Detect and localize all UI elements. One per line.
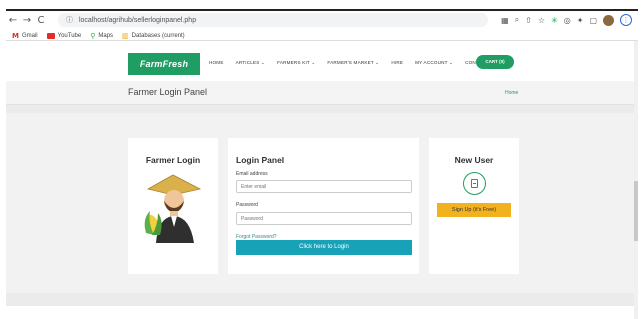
address-bar[interactable]: ⓘ localhost/agrihub/sellerloginpanel.php	[58, 13, 488, 27]
nav-my-account[interactable]: My Account ⌄	[415, 60, 453, 66]
nav-farmers-market[interactable]: Farmer's Market ⌄	[327, 60, 379, 66]
site-info-icon[interactable]: ⓘ	[66, 16, 73, 24]
nav-home[interactable]: Home	[209, 60, 224, 66]
scrollbar-thumb[interactable]	[634, 181, 638, 241]
maps-icon: ⚲	[90, 31, 96, 40]
nav-farmers-kit[interactable]: Farmers Kit ⌄	[277, 60, 315, 66]
email-field[interactable]	[236, 180, 412, 193]
translate-icon[interactable]: ▦	[501, 16, 509, 25]
password-field[interactable]	[236, 212, 412, 225]
url-text: localhost/agrihub/sellerloginpanel.php	[78, 17, 197, 24]
bookmark-maps[interactable]: ⚲ Maps	[90, 32, 113, 40]
document-icon	[463, 172, 486, 195]
nav-articles[interactable]: Articles ⌄	[236, 60, 266, 66]
bookmark-gmail[interactable]: M Gmail	[12, 32, 38, 40]
back-icon[interactable]: ←	[6, 15, 20, 26]
main-content: Farmer Login Login Panel Email address P…	[6, 113, 634, 293]
extension-icon[interactable]: ✳	[551, 16, 558, 25]
reload-icon[interactable]: C	[34, 15, 48, 26]
bookmark-databases[interactable]: ▥ Databases (current)	[122, 32, 185, 40]
browser-chrome: ← → C ⓘ localhost/agrihub/sellerloginpan…	[6, 9, 638, 40]
bookmark-youtube[interactable]: YouTube	[46, 32, 81, 39]
new-user-title: New User	[454, 155, 494, 165]
corn-icon	[144, 211, 162, 236]
cart-button[interactable]: CART (0)	[476, 55, 514, 69]
new-user-card: New User Sign Up (it's Free)	[429, 138, 519, 274]
forward-icon[interactable]: →	[20, 15, 34, 26]
nav-hire[interactable]: Hire	[391, 60, 403, 66]
page-title: Farmer Login Panel	[128, 87, 208, 97]
bookmark-star-icon[interactable]: ☆	[538, 16, 545, 25]
web-page: FarmFresh Home Articles ⌄ Farmers Kit ⌄ …	[6, 40, 638, 319]
main-nav: Home Articles ⌄ Farmers Kit ⌄ Farmer's M…	[209, 60, 488, 66]
zoom-icon[interactable]: ⌕	[515, 15, 519, 25]
login-panel-title: Login Panel	[236, 155, 285, 165]
share-icon[interactable]: ⇧	[525, 16, 532, 25]
browser-toolbar: ← → C ⓘ localhost/agrihub/sellerloginpan…	[6, 13, 638, 28]
page-titlebar: Farmer Login Panel Home	[6, 81, 634, 105]
profile-avatar[interactable]	[603, 14, 614, 26]
email-label: Email address	[236, 171, 268, 177]
farmer-login-card: Farmer Login	[128, 138, 218, 274]
footer-strip	[6, 306, 634, 319]
farmer-login-title: Farmer Login	[145, 155, 201, 165]
more-menu-icon[interactable]: ⋮	[620, 14, 632, 26]
breadcrumb-home[interactable]: Home	[505, 90, 518, 96]
login-panel-card: Login Panel Email address Password Forgo…	[228, 138, 419, 274]
login-button[interactable]: Click here to Login	[236, 240, 412, 255]
signup-button[interactable]: Sign Up (it's Free)	[437, 203, 511, 217]
camera-icon[interactable]: ◎	[564, 16, 571, 25]
extension-icons: ▦ ⌕ ⇧ ☆ ✳ ◎ ✦ ▢ ⋮	[501, 13, 632, 27]
sidepanel-icon[interactable]: ▢	[589, 16, 597, 25]
youtube-icon	[46, 32, 55, 39]
site-logo[interactable]: FarmFresh	[128, 53, 200, 75]
database-icon: ▥	[122, 31, 129, 40]
password-label: Password	[236, 202, 258, 208]
gmail-icon: M	[12, 31, 19, 40]
page-scrollbar[interactable]	[634, 41, 638, 319]
farmer-illustration	[144, 174, 202, 243]
site-header: FarmFresh Home Articles ⌄ Farmers Kit ⌄ …	[6, 41, 634, 81]
extensions-puzzle-icon[interactable]: ✦	[577, 16, 584, 25]
